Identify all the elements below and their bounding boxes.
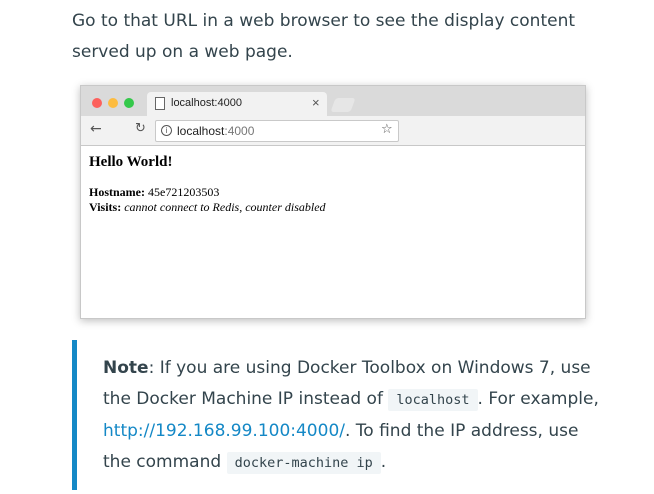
browser-tab[interactable]: localhost:4000 × bbox=[147, 92, 327, 116]
browser-toolbar: ← ↻ i localhost:4000 ☆ bbox=[81, 116, 585, 146]
note-callout: Note: If you are using Docker Toolbox on… bbox=[72, 340, 625, 490]
new-tab-button[interactable] bbox=[330, 98, 356, 112]
browser-screenshot: localhost:4000 × ← ↻ i localhost:4000 ☆ … bbox=[80, 85, 586, 319]
hostname-label: Hostname: bbox=[89, 185, 145, 199]
visits-line: Visits: cannot connect to Redis, counter… bbox=[89, 200, 569, 215]
hostname-line: Hostname: 45e721203503 bbox=[89, 185, 569, 200]
reload-icon[interactable]: ↻ bbox=[135, 121, 146, 136]
hostname-value: 45e721203503 bbox=[148, 185, 220, 199]
page-heading: Hello World! bbox=[89, 154, 173, 170]
info-icon[interactable]: i bbox=[161, 125, 172, 136]
close-window-icon[interactable] bbox=[92, 98, 102, 108]
code-docker-machine-ip: docker-machine ip bbox=[226, 452, 381, 474]
url-host: localhost bbox=[177, 124, 225, 138]
docker-ip-link[interactable]: http://192.168.99.100:4000/ bbox=[103, 421, 345, 441]
address-bar[interactable]: i localhost:4000 ☆ bbox=[155, 120, 399, 142]
minimize-window-icon[interactable] bbox=[108, 98, 118, 108]
intro-paragraph: Go to that URL in a web browser to see t… bbox=[72, 11, 576, 62]
note-label: Note bbox=[103, 358, 149, 378]
visits-label: Visits: bbox=[89, 200, 122, 214]
tab-title: localhost:4000 bbox=[171, 97, 242, 109]
code-localhost: localhost bbox=[388, 389, 478, 411]
close-icon[interactable]: × bbox=[312, 95, 320, 110]
browser-titlebar: localhost:4000 × bbox=[81, 86, 585, 116]
note-text: Note: If you are using Docker Toolbox on… bbox=[103, 353, 603, 479]
visits-value: cannot connect to Redis, counter disable… bbox=[124, 200, 326, 214]
back-arrow-icon[interactable]: ← bbox=[90, 121, 102, 137]
note-text-2: . For example, bbox=[477, 389, 599, 409]
page-icon bbox=[155, 97, 165, 110]
note-text-4: . bbox=[380, 452, 387, 472]
url-text: localhost:4000 bbox=[177, 124, 254, 138]
page-content: Hello World! Hostname: 45e721203503 Visi… bbox=[89, 154, 569, 215]
star-icon[interactable]: ☆ bbox=[381, 122, 393, 137]
maximize-window-icon[interactable] bbox=[124, 98, 134, 108]
url-port: :4000 bbox=[224, 124, 255, 138]
